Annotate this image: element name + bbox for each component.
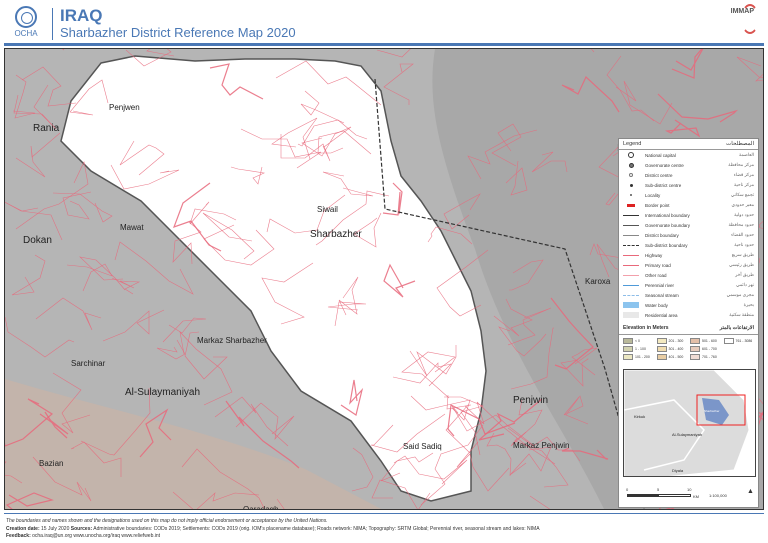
legend-item: Residential area منطقة سكنية xyxy=(619,310,758,320)
elevation-class: 761 - 3086 xyxy=(723,338,755,344)
elevation-class: 701 - 760 xyxy=(690,354,721,360)
place-label: Markaz Penjwin xyxy=(513,441,570,450)
legend-resid-icon xyxy=(623,312,639,318)
legend-item: Border point معبر حدودي xyxy=(619,200,758,210)
legend-govb-icon xyxy=(623,222,639,228)
legend-dist-icon xyxy=(623,172,639,178)
elevation-class xyxy=(724,354,755,360)
ocha-logo: OCHA xyxy=(8,6,44,38)
legend-item: District boundary حدود القضاء xyxy=(619,230,758,240)
legend-item: Seasonal stream مجرى موسمي xyxy=(619,290,758,300)
place-label: Said Sadiq xyxy=(403,442,442,451)
legend-river-icon xyxy=(623,282,639,288)
legend-subb-icon xyxy=(623,242,639,248)
place-label: Rania xyxy=(33,123,60,134)
legend-item: Perennial river نهر دائمي xyxy=(619,280,758,290)
legend-item: Other road طريق آخر xyxy=(619,270,758,280)
legend-item: Locality تجمع سكاني xyxy=(619,190,758,200)
place-label: Sharbazher xyxy=(310,229,362,240)
header: OCHA IRAQ Sharbazher District Reference … xyxy=(0,0,768,46)
country-title: IRAQ xyxy=(60,6,103,25)
legend-item: Governorate boundary حدود محافظة xyxy=(619,220,758,230)
elevation-class: < 0 xyxy=(623,338,654,344)
legend-distb-icon xyxy=(623,232,639,238)
legend-capital-icon xyxy=(623,152,639,158)
legend-gov-icon xyxy=(623,162,639,168)
legend-prim-icon xyxy=(623,262,639,268)
legend-border-icon xyxy=(623,202,639,208)
legend-item: International boundary حدود دولية xyxy=(619,210,758,220)
scale-bar: 0 5 10 KM 1:100,000 ▲ xyxy=(626,487,754,499)
legend-stream-icon xyxy=(623,292,639,298)
place-label: Bazian xyxy=(39,459,64,468)
map-title: Sharbazher District Reference Map 2020 xyxy=(60,25,296,40)
elevation-class: 101 - 200 xyxy=(623,354,654,360)
footer: The boundaries and names shown and the d… xyxy=(6,518,540,539)
legend: Legend المصطلحات National capital العاصمة G… xyxy=(618,138,759,508)
place-label: Markaz Sharbazher xyxy=(197,336,267,345)
elevation-class xyxy=(724,346,755,352)
place-label: Siwail xyxy=(317,205,338,214)
inset-map: Kirkuk Al-Sulaymaniyah Diyala Sharbazher xyxy=(623,369,756,477)
legend-sub-icon xyxy=(623,182,639,188)
elevation-title: Elevation in Meters xyxy=(623,325,669,331)
legend-item: National capital العاصمة xyxy=(619,150,758,160)
place-label: Sarchinar xyxy=(71,359,106,368)
divider xyxy=(52,8,53,40)
legend-intl-icon xyxy=(623,212,639,218)
elevation-class: 301 - 400 xyxy=(656,346,688,352)
footer-rule xyxy=(4,513,764,514)
legend-item: District centre مركز قضاء xyxy=(619,170,758,180)
place-label: Penjwen xyxy=(109,103,140,112)
feedback-links[interactable]: ocha.iraq@un.org www.unocha.org/iraq www… xyxy=(32,533,160,539)
legend-item: Sub-district boundary حدود ناحية xyxy=(619,240,758,250)
legend-title: Legend xyxy=(623,141,642,147)
legend-item: Primary road طريق رئيسي xyxy=(619,260,758,270)
map-frame[interactable]: Penjwen Rania Mawat Siwail Sharbazher Dokan Ma… xyxy=(4,48,764,510)
place-label: Al-Sulaymaniyah xyxy=(125,387,201,398)
place-label: Dokan xyxy=(23,235,52,246)
immap-logo: iMMAP xyxy=(731,4,759,34)
legend-item: Sub-district centre مركز ناحية xyxy=(619,180,758,190)
north-arrow-icon: ▲ xyxy=(747,488,754,495)
legend-item: Governorate centre مركز محافظة xyxy=(619,160,758,170)
legend-water-icon xyxy=(623,302,639,308)
place-label: Karoxa xyxy=(585,277,611,286)
elevation-class: 601 - 700 xyxy=(690,346,721,352)
legend-item: Water body بحيرة xyxy=(619,300,758,310)
header-rule xyxy=(4,43,764,46)
elevation-class: 1 - 100 xyxy=(623,346,654,352)
place-label: Mawat xyxy=(120,223,144,232)
legend-oth-icon xyxy=(623,272,639,278)
scale-ratio: 1:100,000 xyxy=(709,493,727,498)
elevation-class: 501 - 600 xyxy=(690,338,721,344)
place-label: Qaradagh xyxy=(243,505,279,510)
legend-loc-icon xyxy=(623,192,639,198)
elevation-class: 401 - 500 xyxy=(656,354,688,360)
legend-hwy-icon xyxy=(623,252,639,258)
un-emblem-icon xyxy=(15,6,37,28)
legend-item: Highway طريق سريع xyxy=(619,250,758,260)
place-label: Penjwin xyxy=(513,395,549,406)
elevation-class: 201 - 300 xyxy=(656,338,688,344)
